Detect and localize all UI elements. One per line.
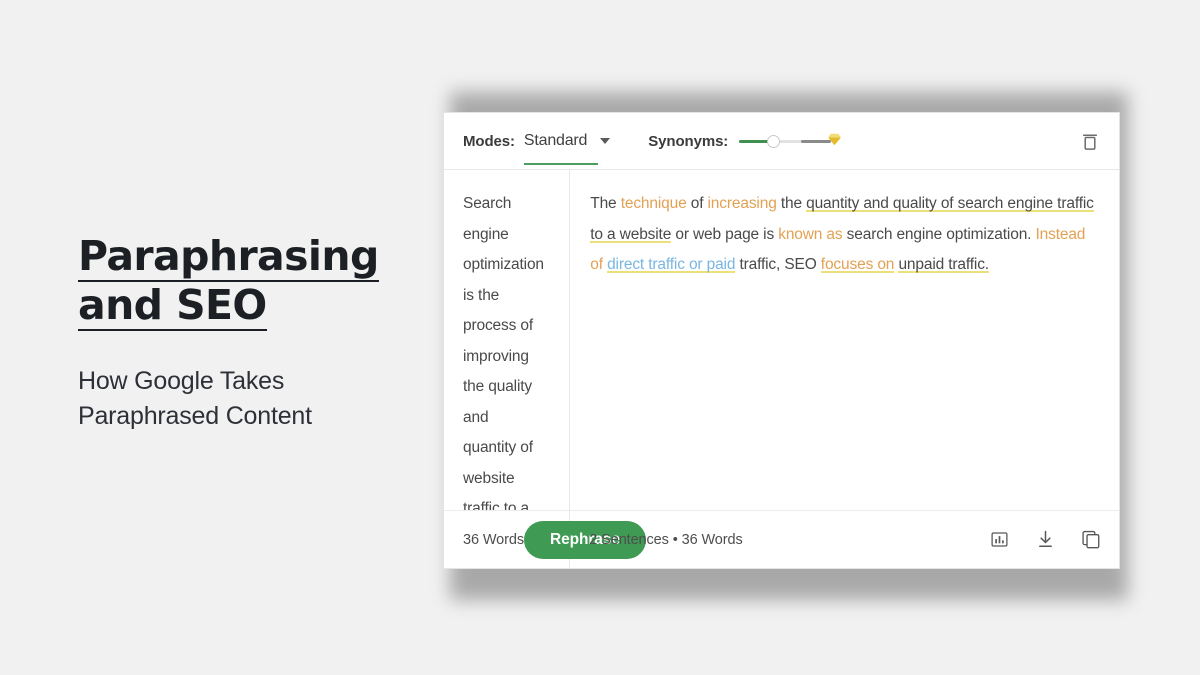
output-segment: technique [620,195,687,212]
source-line-2: process of improving the quality and [463,317,534,426]
slider-handle[interactable] [767,134,781,148]
modes-label: Modes: [463,132,515,150]
page-subtitle: How Google Takes Paraphrased Content [78,364,408,434]
title-block: Paraphrasing and SEO How Google Takes Pa… [78,232,408,434]
copy-icon [1082,530,1100,549]
output-segment: the [776,195,807,212]
download-icon [1038,530,1052,548]
source-line-3: quantity of website traffic to a website [463,439,533,510]
mode-active-underline [523,162,599,165]
gem-icon [827,132,842,152]
page-subtitle-line-1: How Google Takes [78,367,285,395]
output-segment: direct traffic or paid [607,256,736,273]
output-segment: The [590,195,621,212]
mode-dropdown[interactable]: Standard [523,131,611,165]
synonyms-slider[interactable] [739,132,842,150]
synonyms-label: Synonyms: [648,132,729,150]
chevron-down-icon [600,137,611,144]
input-pane: Search engine optimization is the proces… [444,170,646,568]
output-pane-footer: 2 Sentences • 36 Words [570,510,1119,568]
bar-chart-icon [990,532,1008,547]
output-actions [989,529,1101,551]
output-segment: increasing [707,195,777,212]
output-segment: known as [778,225,843,243]
mode-selected-value: Standard [523,131,588,149]
output-pane: The technique of increasing the quantity… [570,170,1119,568]
page-title-line-2: and SEO [78,281,267,329]
card-toolbar: Modes: Standard Synonyms: [444,113,1119,170]
output-segment: focuses on [820,256,895,273]
delete-button[interactable] [1079,128,1101,154]
statistics-button[interactable] [989,529,1009,551]
output-segment: traffic, SEO [735,256,821,273]
output-segment: or web page is [671,225,779,243]
output-stats: 2 Sentences • 36 Words [589,531,743,548]
output-segment: search engine optimization. [842,225,1036,243]
input-word-count: 36 Words [463,531,524,548]
copy-button[interactable] [1081,529,1101,551]
download-button[interactable] [1035,529,1055,551]
trash-icon [1083,134,1097,150]
page-title: Paraphrasing and SEO [78,232,408,330]
paraphraser-card: Modes: Standard Synonyms: Search engine … [443,112,1120,569]
page-title-line-1: Paraphrasing [78,232,379,280]
page-subtitle-line-2: Paraphrased Content [78,402,312,430]
source-text[interactable]: Search engine optimization is the proces… [444,170,569,510]
output-text[interactable]: The technique of increasing the quantity… [570,170,1119,510]
input-pane-footer: 36 Words Rephrase [444,510,646,568]
source-line-1: Search engine optimization is the [463,195,544,304]
card-panes: Search engine optimization is the proces… [444,170,1119,568]
output-segment: unpaid traffic. [898,256,989,273]
output-segment: of [686,195,708,212]
